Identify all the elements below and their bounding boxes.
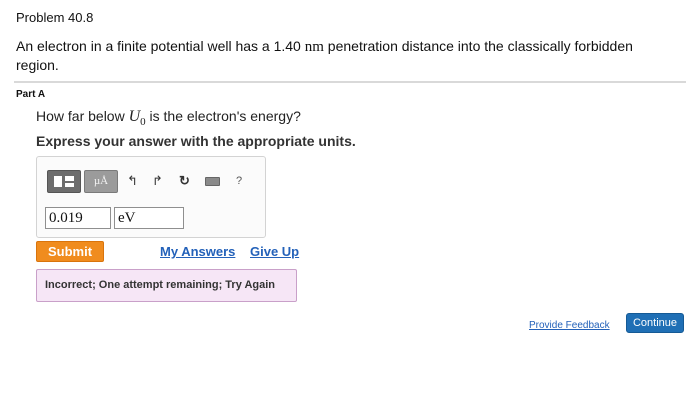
symbol-u0: U0 bbox=[128, 108, 146, 128]
template-icon-part bbox=[65, 176, 74, 181]
continue-button[interactable]: Continue bbox=[626, 313, 684, 333]
give-up-link[interactable]: Give Up bbox=[250, 244, 299, 259]
answer-panel: µÅ ↰ ↱ ↻ ? 0.019 eV bbox=[36, 156, 266, 238]
value-input[interactable]: 0.019 bbox=[45, 207, 111, 229]
symbol-u: U bbox=[128, 108, 141, 125]
keyboard-icon[interactable] bbox=[205, 177, 220, 186]
question-after: is the electron's energy? bbox=[145, 108, 301, 124]
redo-arrow-icon[interactable]: ↱ bbox=[152, 172, 163, 190]
problem-statement: An electron in a finite potential well h… bbox=[16, 37, 676, 74]
units-button[interactable]: µÅ bbox=[84, 170, 118, 193]
answer-instruction: Express your answer with the appropriate… bbox=[36, 133, 356, 149]
unit-nm: nm bbox=[304, 39, 324, 55]
submit-button[interactable]: Submit bbox=[36, 241, 104, 262]
question-text: How far below U0 is the electron's energ… bbox=[36, 108, 301, 128]
feedback-message: Incorrect; One attempt remaining; Try Ag… bbox=[36, 269, 297, 302]
undo-arrow-icon[interactable]: ↰ bbox=[127, 172, 138, 190]
my-answers-link[interactable]: My Answers bbox=[160, 244, 235, 259]
problem-title: Problem 40.8 bbox=[16, 10, 94, 25]
template-icon-part bbox=[65, 183, 74, 187]
unit-input[interactable]: eV bbox=[114, 207, 184, 229]
provide-feedback-link[interactable]: Provide Feedback bbox=[529, 320, 610, 331]
part-label: Part A bbox=[16, 89, 46, 100]
question-before: How far below bbox=[36, 108, 129, 124]
help-button[interactable]: ? bbox=[236, 172, 242, 190]
reset-icon[interactable]: ↻ bbox=[179, 172, 190, 190]
template-icon bbox=[54, 176, 62, 187]
section-divider bbox=[14, 81, 686, 83]
template-button[interactable] bbox=[47, 170, 81, 193]
problem-text-before: An electron in a finite potential well h… bbox=[16, 38, 305, 54]
